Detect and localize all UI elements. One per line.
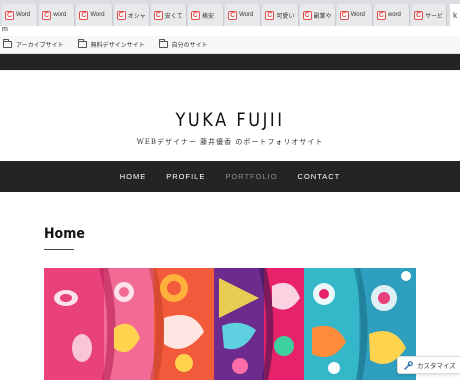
folder-icon: [77, 39, 87, 48]
patterned-fabric-image: [44, 268, 416, 380]
site-header: YUKA FUJII WEBデザイナー 藤井優香 のポートフォリオサイト: [0, 70, 460, 161]
title-underline: [44, 249, 74, 250]
active-tab-edge[interactable]: k: [450, 4, 460, 26]
c-favicon-icon: C: [79, 10, 89, 20]
tab-label: Word: [239, 12, 254, 18]
bookmark-folder[interactable]: 無料デザインサイト: [77, 39, 145, 49]
wrench-icon: [404, 360, 413, 370]
nav-contact[interactable]: CONTACT: [298, 172, 341, 181]
bookmarks-bar: アーカイブサイト 無料デザインサイト 自分のサイト: [0, 36, 460, 54]
customize-label: カスタマイズ: [417, 363, 456, 370]
main-content: Home: [0, 192, 460, 380]
browser-tab[interactable]: C サービ: [411, 4, 448, 26]
tab-label: サービ: [425, 13, 444, 20]
tab-label: Word: [90, 12, 105, 18]
c-favicon-icon: C: [339, 10, 349, 20]
browser-tab[interactable]: C Word: [2, 4, 39, 26]
browser-tab[interactable]: C Word: [225, 4, 262, 26]
c-favicon-icon: C: [153, 10, 163, 20]
tab-label: 副業や: [313, 13, 332, 20]
hero-image: [44, 268, 416, 380]
tab-label: オシャ: [127, 13, 146, 20]
folder-icon: [3, 39, 12, 48]
site-tagline: WEBデザイナー 藤井優香 のポートフォリオサイト: [136, 138, 324, 146]
c-favicon-icon: C: [302, 10, 312, 20]
folder-icon: [158, 39, 168, 48]
bookmark-folder[interactable]: アーカイブサイト: [3, 39, 64, 49]
tab-label: word: [53, 12, 67, 18]
browser-tab[interactable]: C 格安: [187, 4, 225, 26]
browser-tab[interactable]: C Word: [336, 4, 373, 26]
bookmark-label: 自分のサイト: [171, 43, 208, 49]
c-favicon-icon: C: [414, 10, 424, 20]
c-favicon-icon: C: [190, 10, 200, 20]
page-title: Home: [44, 226, 85, 242]
browser-tab[interactable]: C 副業や: [299, 4, 336, 26]
browser-tab[interactable]: C 安くて: [150, 4, 187, 26]
tab-label: 可愛い: [276, 13, 295, 20]
tab-label: word: [387, 12, 401, 18]
tab-favicon-icon: k: [453, 10, 458, 20]
c-favicon-icon: C: [265, 10, 275, 20]
main-nav: HOME PROFILE PORTFOLIO CONTACT: [0, 161, 460, 192]
c-favicon-icon: C: [116, 10, 126, 20]
browser-tab[interactable]: C オシャ: [113, 4, 150, 26]
bookmark-folder[interactable]: 自分のサイト: [158, 39, 208, 49]
bookmark-label: 無料デザインサイト: [90, 43, 145, 49]
c-favicon-icon: C: [5, 10, 14, 20]
browser-tab[interactable]: Cword: [39, 4, 76, 26]
address-bar[interactable]: m: [0, 26, 460, 36]
browser-tab-strip: C Word Cword C Word C オシャ C 安くて C 格安 C Word C可…: [0, 0, 460, 26]
tab-label: 安くて: [164, 13, 183, 20]
site-title[interactable]: YUKA FUJII: [35, 109, 426, 131]
browser-tab[interactable]: C 可愛い: [262, 4, 299, 26]
nav-portfolio[interactable]: PORTFOLIO: [225, 172, 277, 181]
c-favicon-icon: C: [376, 10, 386, 20]
site-top-bar: [0, 54, 460, 70]
nav-profile[interactable]: PROFILE: [166, 172, 205, 181]
browser-tab[interactable]: Cword: [373, 4, 411, 26]
c-favicon-icon: C: [42, 10, 52, 20]
tab-label: 格安: [201, 13, 214, 20]
address-text: m: [2, 26, 8, 33]
browser-tab[interactable]: C Word: [76, 4, 113, 26]
bookmark-label: アーカイブサイト: [16, 43, 64, 49]
nav-home[interactable]: HOME: [120, 172, 147, 181]
c-favicon-icon: C: [228, 10, 238, 20]
tab-label: Word: [350, 12, 365, 18]
customize-button[interactable]: カスタマイズ: [397, 356, 460, 374]
tab-label: Word: [16, 12, 31, 18]
